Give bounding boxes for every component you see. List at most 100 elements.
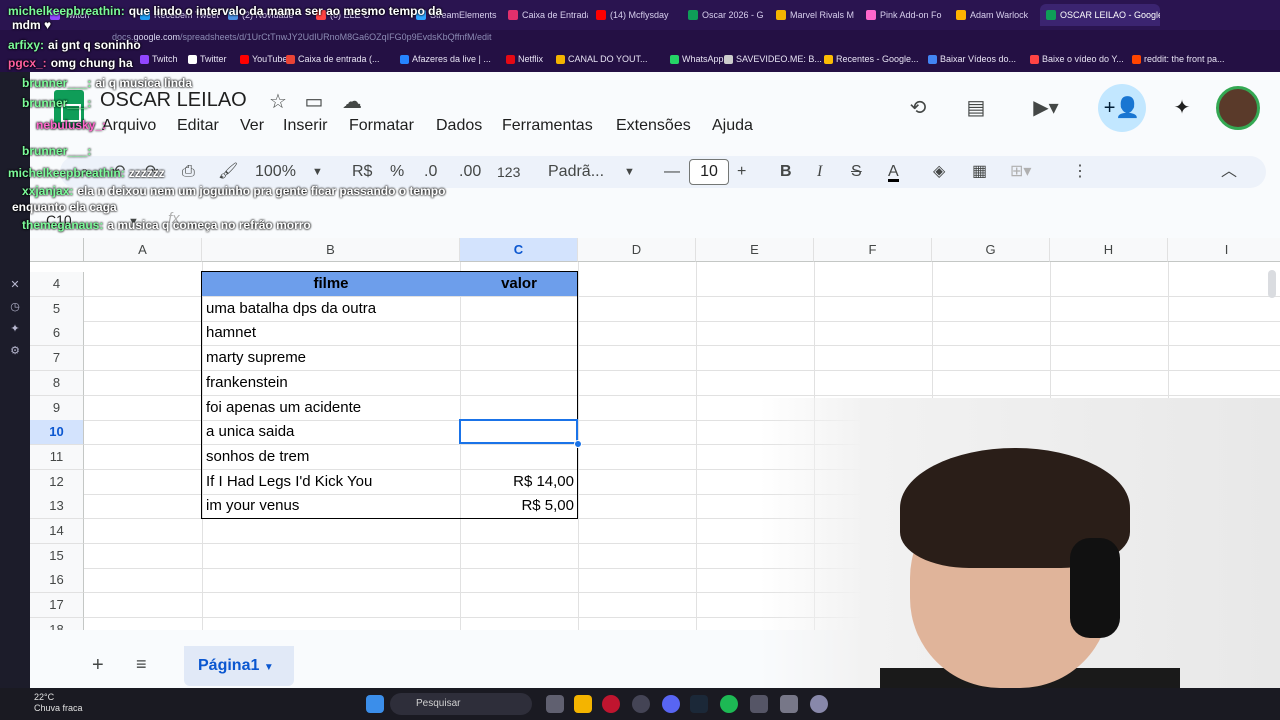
- paint-format-icon[interactable]: 🖌: [218, 162, 238, 182]
- column-header-d[interactable]: D: [578, 238, 696, 262]
- steam-icon[interactable]: [690, 695, 708, 713]
- star-icon[interactable]: ☆: [266, 90, 290, 114]
- currency-button[interactable]: R$: [352, 162, 372, 182]
- table-cell-filme[interactable]: foi apenas um acidente: [206, 396, 456, 420]
- row-header[interactable]: 17: [30, 593, 84, 618]
- chevron-down-icon[interactable]: ▼: [312, 162, 323, 182]
- bookmark-item[interactable]: WhatsApp: [670, 54, 724, 64]
- clock-icon[interactable]: ◷: [8, 300, 22, 314]
- column-header-g[interactable]: G: [932, 238, 1050, 262]
- font-size-decrease-button[interactable]: —: [664, 162, 680, 182]
- table-cell-filme[interactable]: hamnet: [206, 321, 456, 345]
- weather-widget[interactable]: 22°C Chuva fraca: [34, 692, 83, 714]
- bookmark-item[interactable]: Netflix: [506, 54, 543, 64]
- discord-icon[interactable]: [662, 695, 680, 713]
- puzzle-icon[interactable]: ✦: [8, 322, 22, 336]
- italic-button[interactable]: I: [817, 162, 822, 182]
- move-folder-icon[interactable]: ▭: [302, 90, 326, 114]
- bookmark-item[interactable]: Baixe o vídeo do Y...: [1030, 54, 1124, 64]
- more-options-icon[interactable]: ⋮: [1072, 162, 1088, 182]
- text-color-button[interactable]: A: [888, 162, 899, 182]
- all-sheets-button[interactable]: ≡: [136, 654, 147, 675]
- table-cell-filme[interactable]: im your venus: [206, 494, 456, 518]
- bookmark-item[interactable]: Afazeres da live | ...: [400, 54, 491, 64]
- table-cell-filme[interactable]: sonhos de trem: [206, 445, 456, 469]
- windows-start-icon[interactable]: [366, 695, 384, 713]
- browser-address-bar[interactable]: docs.google.com/spreadsheets/d/1UrCtTnwJ…: [0, 30, 1280, 48]
- task-view-icon[interactable]: [546, 695, 564, 713]
- column-header-i[interactable]: I: [1168, 238, 1280, 262]
- document-title[interactable]: OSCAR LEILAO: [100, 89, 247, 112]
- table-cell-valor[interactable]: [460, 297, 578, 321]
- gemini-icon[interactable]: ✦: [1168, 96, 1196, 120]
- bookmark-item[interactable]: Recentes - Google...: [824, 54, 919, 64]
- menu-file[interactable]: Arquivo: [102, 117, 156, 135]
- menu-format[interactable]: Formatar: [349, 117, 414, 135]
- table-cell-valor[interactable]: [460, 371, 578, 395]
- table-cell-filme[interactable]: uma batalha dps da outra: [206, 297, 456, 321]
- x-icon[interactable]: ✕: [8, 278, 22, 292]
- menu-help[interactable]: Ajuda: [712, 117, 753, 135]
- menu-view[interactable]: Ver: [240, 117, 264, 135]
- bookmark-item[interactable]: reddit: the front pa...: [1132, 54, 1225, 64]
- obs-icon[interactable]: [632, 695, 650, 713]
- vertical-scrollbar[interactable]: [1268, 270, 1276, 298]
- fill-handle[interactable]: [574, 440, 582, 448]
- spotify-icon[interactable]: [720, 695, 738, 713]
- row-header[interactable]: 16: [30, 568, 84, 593]
- strikethrough-button[interactable]: S: [851, 162, 862, 182]
- url-text[interactable]: docs.google.com/spreadsheets/d/1UrCtTnwJ…: [112, 32, 492, 42]
- selected-cell[interactable]: [459, 419, 578, 444]
- decrease-decimal-button[interactable]: .0: [424, 162, 437, 182]
- chevron-down-icon[interactable]: ▼: [624, 162, 635, 182]
- select-all-corner[interactable]: [30, 238, 84, 262]
- table-cell-valor[interactable]: [460, 396, 578, 420]
- row-header[interactable]: 15: [30, 544, 84, 569]
- file-explorer-icon[interactable]: [574, 695, 592, 713]
- row-header[interactable]: 4: [30, 272, 84, 297]
- add-sheet-button[interactable]: +: [92, 654, 104, 677]
- app-icon[interactable]: [810, 695, 828, 713]
- chevron-down-icon[interactable]: ▼: [264, 662, 274, 673]
- browser-tab[interactable]: Oscar 2026 - G: [688, 6, 768, 24]
- fill-color-icon[interactable]: ◈: [933, 162, 945, 182]
- table-cell-filme[interactable]: frankenstein: [206, 371, 456, 395]
- column-header-e[interactable]: E: [696, 238, 814, 262]
- table-cell-filme[interactable]: a unica saida: [206, 420, 456, 444]
- print-icon[interactable]: ⎙: [182, 162, 195, 182]
- row-header[interactable]: 10: [30, 420, 84, 445]
- column-header-b[interactable]: B: [202, 238, 460, 262]
- font-size-increase-button[interactable]: +: [737, 162, 746, 182]
- row-header[interactable]: 8: [30, 371, 84, 396]
- menu-edit[interactable]: Editar: [177, 117, 219, 135]
- app-icon[interactable]: [780, 695, 798, 713]
- row-header[interactable]: 13: [30, 494, 84, 519]
- row-header[interactable]: 12: [30, 470, 84, 495]
- browser-tab[interactable]: (14) Mcflysday: [596, 6, 680, 24]
- percent-button[interactable]: %: [390, 162, 404, 182]
- increase-decimal-button[interactable]: .00: [459, 162, 481, 182]
- table-header-filme[interactable]: filme: [202, 272, 460, 296]
- row-header[interactable]: 9: [30, 396, 84, 421]
- bookmark-item[interactable]: SAVEVIDEO.ME: B...: [724, 54, 822, 64]
- column-header-h[interactable]: H: [1050, 238, 1168, 262]
- table-cell-filme[interactable]: marty supreme: [206, 346, 456, 370]
- row-header[interactable]: 18: [30, 618, 84, 630]
- row-header[interactable]: 5: [30, 297, 84, 322]
- column-header-a[interactable]: A: [84, 238, 202, 262]
- comments-icon[interactable]: ▤: [962, 96, 990, 120]
- sheet-tab-pagina1[interactable]: Página1 ▼: [184, 646, 294, 686]
- settings-icon[interactable]: ⚙: [8, 344, 22, 358]
- row-header[interactable]: 6: [30, 321, 84, 346]
- borders-icon[interactable]: ▦: [972, 162, 987, 182]
- row-header[interactable]: 7: [30, 346, 84, 371]
- browser-tab[interactable]: Caixa de Entrada: [508, 6, 588, 24]
- app-icon[interactable]: [750, 695, 768, 713]
- meet-icon[interactable]: ▶▾: [1024, 96, 1068, 120]
- zoom-select[interactable]: 100%: [255, 162, 296, 182]
- menu-extensions[interactable]: Extensões: [616, 117, 691, 135]
- table-cell-valor[interactable]: [460, 321, 578, 345]
- table-cell-valor[interactable]: R$ 14,00: [460, 470, 578, 494]
- column-header-c[interactable]: C: [460, 238, 578, 262]
- table-cell-valor[interactable]: R$ 5,00: [460, 494, 578, 518]
